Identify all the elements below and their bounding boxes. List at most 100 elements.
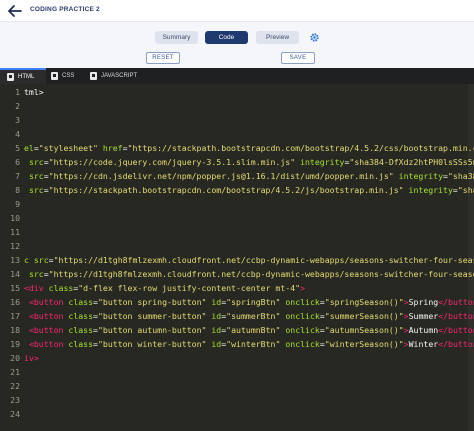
code-token: "button winter-button" [97, 339, 207, 349]
arrow-left-icon [8, 5, 22, 17]
gear-icon[interactable] [309, 32, 320, 46]
code-line[interactable]: 24 [0, 408, 474, 421]
line-number: 24 [10, 409, 20, 419]
code-token: Summer [408, 311, 439, 321]
code-token: <button [28, 325, 64, 335]
code-line[interactable]: 9 [0, 198, 474, 211]
code-token: </button> [438, 311, 474, 321]
html-file-icon [7, 73, 14, 81]
code-line[interactable]: 14 src="https://d1tgh8fmlzexmh.cloudfron… [0, 268, 474, 281]
code-token: <button [28, 297, 64, 307]
code-line[interactable]: 11 [0, 226, 474, 239]
code-token: onclick [285, 311, 320, 321]
line-number: 13 [10, 255, 20, 265]
code-token: Autumn [408, 325, 439, 335]
code-token: "sha384-9/re [447, 171, 474, 181]
code-token: "winterSeason()" [324, 339, 404, 349]
code-token: Spring [408, 297, 439, 307]
code-line[interactable]: 12 [0, 240, 474, 253]
code-line[interactable]: 22 [0, 380, 474, 393]
code-token: src [28, 171, 44, 181]
code-token: <button [28, 311, 64, 321]
code-text: tml> [24, 86, 44, 99]
tab-preview[interactable]: Preview [256, 31, 299, 44]
code-line[interactable]: 23 [0, 394, 474, 407]
code-line[interactable]: 3 [0, 114, 474, 127]
code-token: "springSeason()" [324, 297, 404, 307]
code-editor[interactable]: 1 tml> 2 3 4 5 el="stylesheet" href="https://s… [0, 84, 474, 431]
code-token: id [211, 339, 222, 349]
code-token: class [68, 311, 94, 321]
code-token: </button> [438, 339, 474, 349]
code-text: <div class="d-flex flex-row justify-cont… [24, 282, 305, 295]
line-number: 19 [10, 339, 20, 349]
code-line[interactable]: 19 <button class="button winter-button" … [0, 338, 474, 351]
code-token: src [28, 157, 44, 167]
code-line[interactable]: 17 <button class="button summer-button" … [0, 310, 474, 323]
back-arrow-icon[interactable] [7, 3, 23, 19]
tab-javascript[interactable]: JAVASCRIPT [86, 68, 144, 84]
view-controls: Summary Code Preview RESET SAVE [0, 22, 474, 68]
code-token: "winterBtn" [226, 339, 281, 349]
code-token: class [68, 297, 94, 307]
code-token: > [300, 283, 306, 293]
code-line[interactable]: 4 [0, 128, 474, 141]
line-number: 16 [10, 297, 20, 307]
code-line[interactable]: 5 el="stylesheet" href="https://stackpath… [0, 142, 474, 155]
code-line[interactable]: 16 <button class="button spring-button" … [0, 296, 474, 309]
code-token: tml> [24, 87, 44, 97]
code-line[interactable]: 15 <div class="d-flex flex-row justify-co… [0, 282, 474, 295]
code-line[interactable]: 21 [0, 366, 474, 379]
code-line[interactable]: 2 [0, 100, 474, 113]
line-number: 21 [10, 367, 20, 377]
line-number: 1 [15, 87, 20, 97]
code-token: iv> [24, 353, 39, 363]
line-number: 23 [10, 395, 20, 405]
tab-summary[interactable]: Summary [155, 31, 198, 44]
code-token: "summerSeason()" [324, 311, 404, 321]
tab-javascript-label: JAVASCRIPT [101, 73, 138, 79]
tab-css[interactable]: CSS [46, 68, 82, 84]
code-token: "https://stackpath.bootstrapcdn.com/boot… [127, 143, 474, 153]
tab-code[interactable]: Code [205, 31, 248, 44]
code-token: "sha384-DfXdz2htPH0lsSSs5nCTpu [349, 157, 474, 167]
code-line[interactable]: 18 <button class="button autumn-button" … [0, 324, 474, 337]
code-token: class [68, 325, 94, 335]
code-token: "springBtn" [226, 297, 281, 307]
code-line[interactable]: 6 src="https://code.jquery.com/jquery-3.… [0, 156, 474, 169]
settings-gear-icon [310, 33, 319, 42]
code-text: <button class="button spring-button" id=… [24, 296, 474, 309]
code-line[interactable]: 10 [0, 212, 474, 225]
code-token: onclick [285, 339, 320, 349]
code-text: src="https://stackpath.bootstrapcdn.com/… [24, 184, 474, 197]
code-token: id [211, 311, 222, 321]
code-line[interactable]: 1 tml> [0, 86, 474, 99]
code-token: "autumnBtn" [226, 325, 281, 335]
css-file-icon [51, 72, 58, 80]
save-button[interactable]: SAVE [281, 52, 315, 64]
reset-button[interactable]: RESET [146, 52, 180, 64]
line-number: 8 [15, 185, 20, 195]
code-line[interactable]: 7 src="https://cdn.jsdelivr.net/npm/popp… [0, 170, 474, 183]
line-number: 4 [15, 129, 20, 139]
code-line[interactable]: 20 iv> [0, 352, 474, 365]
code-token: "button spring-button" [97, 297, 207, 307]
code-token: integrity [300, 157, 345, 167]
js-file-icon [90, 72, 97, 80]
code-token: "https://code.jquery.com/jquery-3.5.1.sl… [48, 157, 296, 167]
code-token: id [211, 325, 222, 335]
code-text: el="stylesheet" href="https://stackpath.… [24, 142, 474, 155]
line-number: 11 [10, 227, 20, 237]
code-token: "https://d1tgh8fmlzexmh.cloudfront.net/c… [48, 269, 474, 279]
code-token: onclick [285, 297, 320, 307]
code-token: src [33, 255, 49, 265]
code-line[interactable]: 8 src="https://stackpath.bootstrapcdn.co… [0, 184, 474, 197]
line-number: 20 [10, 353, 20, 363]
line-number: 9 [15, 199, 20, 209]
tab-html-label: HTML [18, 74, 35, 80]
tab-html[interactable]: HTML [0, 68, 46, 84]
code-token: </button> [438, 297, 474, 307]
line-number: 12 [10, 241, 20, 251]
code-line[interactable]: 13 c src="https://d1tgh8fmlzexmh.cloudfro… [0, 254, 474, 267]
code-token: "d-flex flex-row justify-content-center … [78, 283, 301, 293]
